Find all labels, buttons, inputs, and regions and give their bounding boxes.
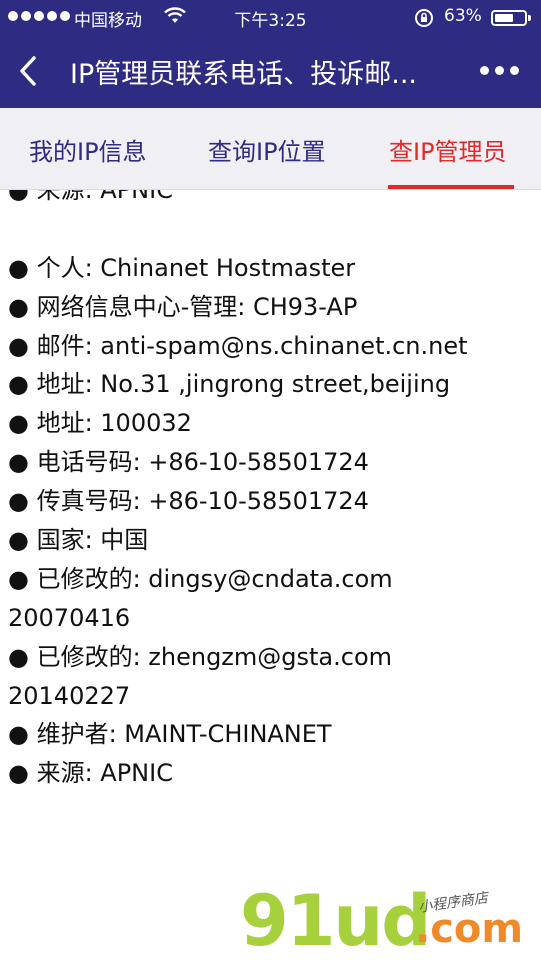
battery-cap	[528, 15, 531, 21]
info-line: ● 来源: APNIC	[8, 759, 173, 788]
screen: 中国移动 下午3:25 63% IP管理员联系电话、投诉邮... 我的IP信息 …	[0, 0, 541, 960]
info-line: ● 电话号码: +86-10-58501724	[8, 448, 369, 477]
info-line: ● 已修改的: zhengzm@gsta.com	[8, 642, 393, 671]
watermark-main: 91ud	[240, 880, 431, 960]
tab-bar: 我的IP信息 查询IP位置 查IP管理员	[0, 108, 541, 190]
tab-ip-admin[interactable]: 查IP管理员	[389, 132, 507, 167]
status-bar: 中国移动 下午3:25 63%	[0, 0, 541, 34]
watermark-dotcom: .com	[415, 906, 524, 952]
chevron-left-icon[interactable]	[14, 54, 44, 88]
info-line: ● 地址: 100032	[8, 409, 192, 438]
page-title: IP管理员联系电话、投诉邮...	[70, 59, 417, 90]
more-horizontal-icon[interactable]	[480, 66, 519, 75]
nav-bar: IP管理员联系电话、投诉邮...	[0, 34, 541, 108]
blank-line	[8, 210, 533, 249]
admin-info-list: ● 来源: APNIC ● 个人: Chinanet Hostmaster ● 网络…	[8, 190, 533, 793]
tab-query-ip-location[interactable]: 查询IP位置	[208, 132, 326, 167]
info-line: ● 维护者: MAINT-CHINANET	[8, 720, 332, 749]
info-line: ● 个人: Chinanet Hostmaster	[8, 253, 356, 282]
header: 中国移动 下午3:25 63% IP管理员联系电话、投诉邮...	[0, 0, 541, 108]
info-line: ● 网络信息中心-管理: CH93-AP	[8, 292, 358, 321]
info-line: ● 来源: APNIC	[8, 190, 173, 204]
info-line: 20140227	[8, 681, 131, 710]
info-line: 20070416	[8, 603, 131, 632]
rotation-lock-icon	[414, 8, 434, 33]
site-watermark-logo: 91ud 小程序商店 .com	[240, 882, 540, 960]
tab-my-ip-info[interactable]: 我的IP信息	[29, 132, 147, 167]
info-line: ● 地址: No.31 ,jingrong street,beijing	[8, 370, 451, 399]
info-line: ● 国家: 中国	[8, 526, 149, 555]
admin-info-content[interactable]: ● 来源: APNIC ● 个人: Chinanet Hostmaster ● 网络…	[0, 190, 541, 960]
info-line: ● 邮件: anti-spam@ns.chinanet.cn.net	[8, 331, 468, 360]
active-tab-indicator	[388, 185, 514, 189]
battery-percent: 63%	[444, 6, 482, 26]
info-line: ● 已修改的: dingsy@cndata.com	[8, 564, 393, 593]
battery-icon	[491, 10, 527, 26]
info-line: ● 传真号码: +86-10-58501724	[8, 487, 369, 516]
